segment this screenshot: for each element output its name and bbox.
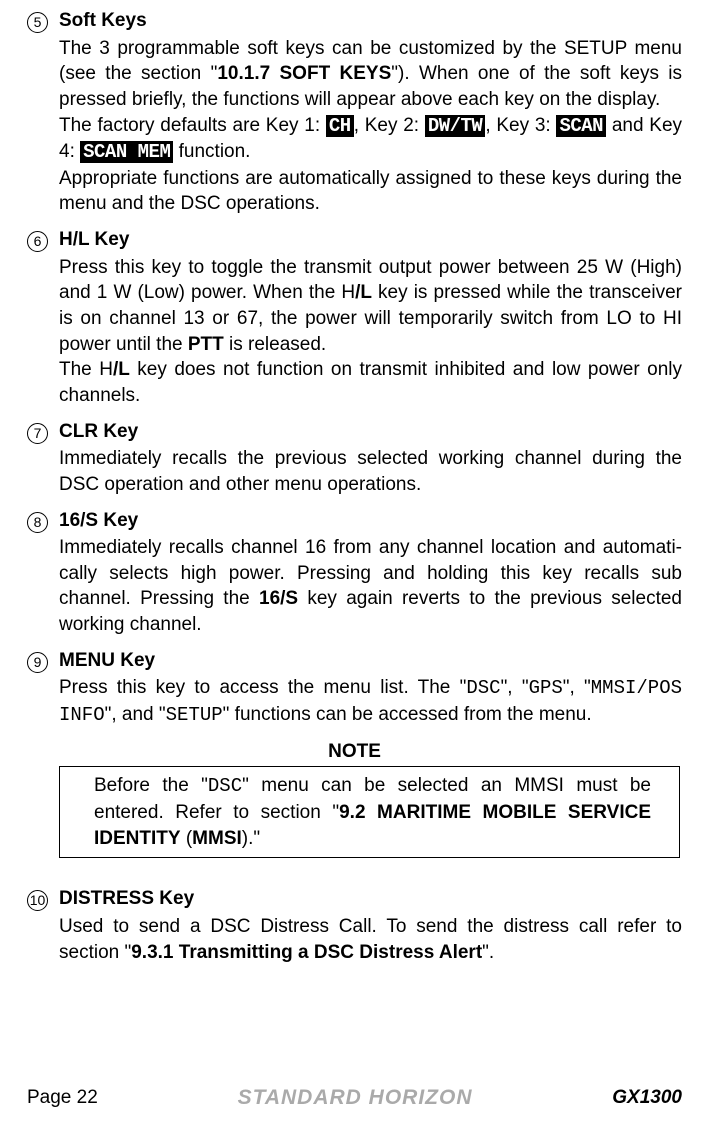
brand-logo: STANDARD HORIZON xyxy=(238,1084,473,1112)
item-title: MENU Key xyxy=(59,648,682,674)
item-title: Soft Keys xyxy=(59,8,682,34)
bullet-number: 7 xyxy=(27,419,59,498)
text-segment: 9.3.1 Transmitting a DSC Distress Alert xyxy=(131,942,482,963)
text-segment: CH xyxy=(326,115,354,137)
bullet-number: 6 xyxy=(27,227,59,408)
text-segment: PTT xyxy=(188,334,224,355)
text-segment: SCAN xyxy=(556,115,606,137)
text-segment: 10.1.7 SOFT KEYS xyxy=(217,63,391,84)
paragraph: Press this key to toggle the transmit ou… xyxy=(59,255,682,358)
text-segment: ". xyxy=(482,942,494,963)
text-segment: The H xyxy=(59,359,113,380)
list-item: 6H/L KeyPress this key to toggle the tra… xyxy=(27,227,682,408)
text-segment: GPS xyxy=(529,677,563,699)
paragraph: Press this key to access the menu list. … xyxy=(59,675,682,728)
text-segment: , Key 3: xyxy=(485,115,556,136)
item-title: 16/S Key xyxy=(59,508,682,534)
item-body: MENU Key Press this key to access the men… xyxy=(59,648,682,729)
text-segment: DW/TW xyxy=(425,115,486,137)
list-item: 7CLR Key Immediately recalls the previous… xyxy=(27,419,682,498)
text-segment: SCAN MEM xyxy=(80,141,173,163)
list-item: 9MENU Key Press this key to access the me… xyxy=(27,648,682,729)
item-body: CLR Key Immediately recalls the previous … xyxy=(59,419,682,498)
paragraph: The factory defaults are Key 1: CH, Key … xyxy=(59,113,682,166)
bullet-number: 8 xyxy=(27,508,59,638)
bullet-number: 5 xyxy=(27,8,59,217)
text-segment: ( xyxy=(181,828,193,849)
text-segment: 16/S xyxy=(259,588,298,609)
text-segment: function. xyxy=(173,141,250,162)
bullet-number: 10 xyxy=(27,886,59,965)
text-segment: ", " xyxy=(501,677,529,698)
model-number: GX1300 xyxy=(612,1085,682,1111)
text-segment: /L xyxy=(113,359,130,380)
text-segment: ", " xyxy=(563,677,591,698)
list-item: 816/S KeyImmediately recalls channel 16 … xyxy=(27,508,682,638)
text-segment: Appropriate functions are automatically … xyxy=(59,168,682,215)
bullet-number: 9 xyxy=(27,648,59,729)
paragraph: Used to send a DSC Distress Call. To sen… xyxy=(59,914,682,965)
item-body: 16/S KeyImmediately recalls channel 16 f… xyxy=(59,508,682,638)
text-segment: MMSI xyxy=(192,828,242,849)
item-body: DISTRESS KeyUsed to send a DSC Distress … xyxy=(59,886,682,965)
page-number: Page 22 xyxy=(27,1085,98,1111)
paragraph: Immediately recalls the previous selecte… xyxy=(59,446,682,497)
text-segment: )." xyxy=(242,828,260,849)
text-segment: Before the " xyxy=(94,775,208,796)
page-content: 5Soft KeysThe 3 programmable soft keys c… xyxy=(27,8,682,965)
note-heading: NOTE xyxy=(27,739,682,765)
text-segment: key does not function on transmit inhibi… xyxy=(59,359,682,406)
list-item: 5Soft KeysThe 3 programmable soft keys c… xyxy=(27,8,682,217)
item-title: CLR Key xyxy=(59,419,682,445)
text-segment: is released. xyxy=(224,334,326,355)
item-body: H/L KeyPress this key to toggle the tran… xyxy=(59,227,682,408)
paragraph: The H/L key does not function on transmi… xyxy=(59,357,682,408)
list-item: 10DISTRESS KeyUsed to send a DSC Distres… xyxy=(27,886,682,965)
text-segment: Press this key to access the menu list. … xyxy=(59,677,466,698)
text-segment: " functions can be accessed from the men… xyxy=(223,704,592,725)
item-title: DISTRESS Key xyxy=(59,886,682,912)
paragraph: Immediately recalls channel 16 from any … xyxy=(59,535,682,638)
text-segment: , Key 2: xyxy=(354,115,425,136)
page-footer: Page 22 STANDARD HORIZON GX1300 xyxy=(27,1084,682,1112)
text-segment: DSC xyxy=(208,775,242,797)
text-segment: DSC xyxy=(466,677,500,699)
text-segment: SETUP xyxy=(166,704,223,726)
text-segment: Immediately recalls the previous selecte… xyxy=(59,448,682,495)
item-body: Soft KeysThe 3 programmable soft keys ca… xyxy=(59,8,682,217)
item-title: H/L Key xyxy=(59,227,682,253)
paragraph: Appropriate functions are automatically … xyxy=(59,166,682,217)
paragraph: The 3 programmable soft keys can be cust… xyxy=(59,36,682,113)
text-segment: The factory defaults are Key 1: xyxy=(59,115,326,136)
text-segment: ", and " xyxy=(105,704,166,725)
note-box: Before the "DSC" menu can be selected an… xyxy=(59,766,680,858)
text-segment: /L xyxy=(355,282,372,303)
